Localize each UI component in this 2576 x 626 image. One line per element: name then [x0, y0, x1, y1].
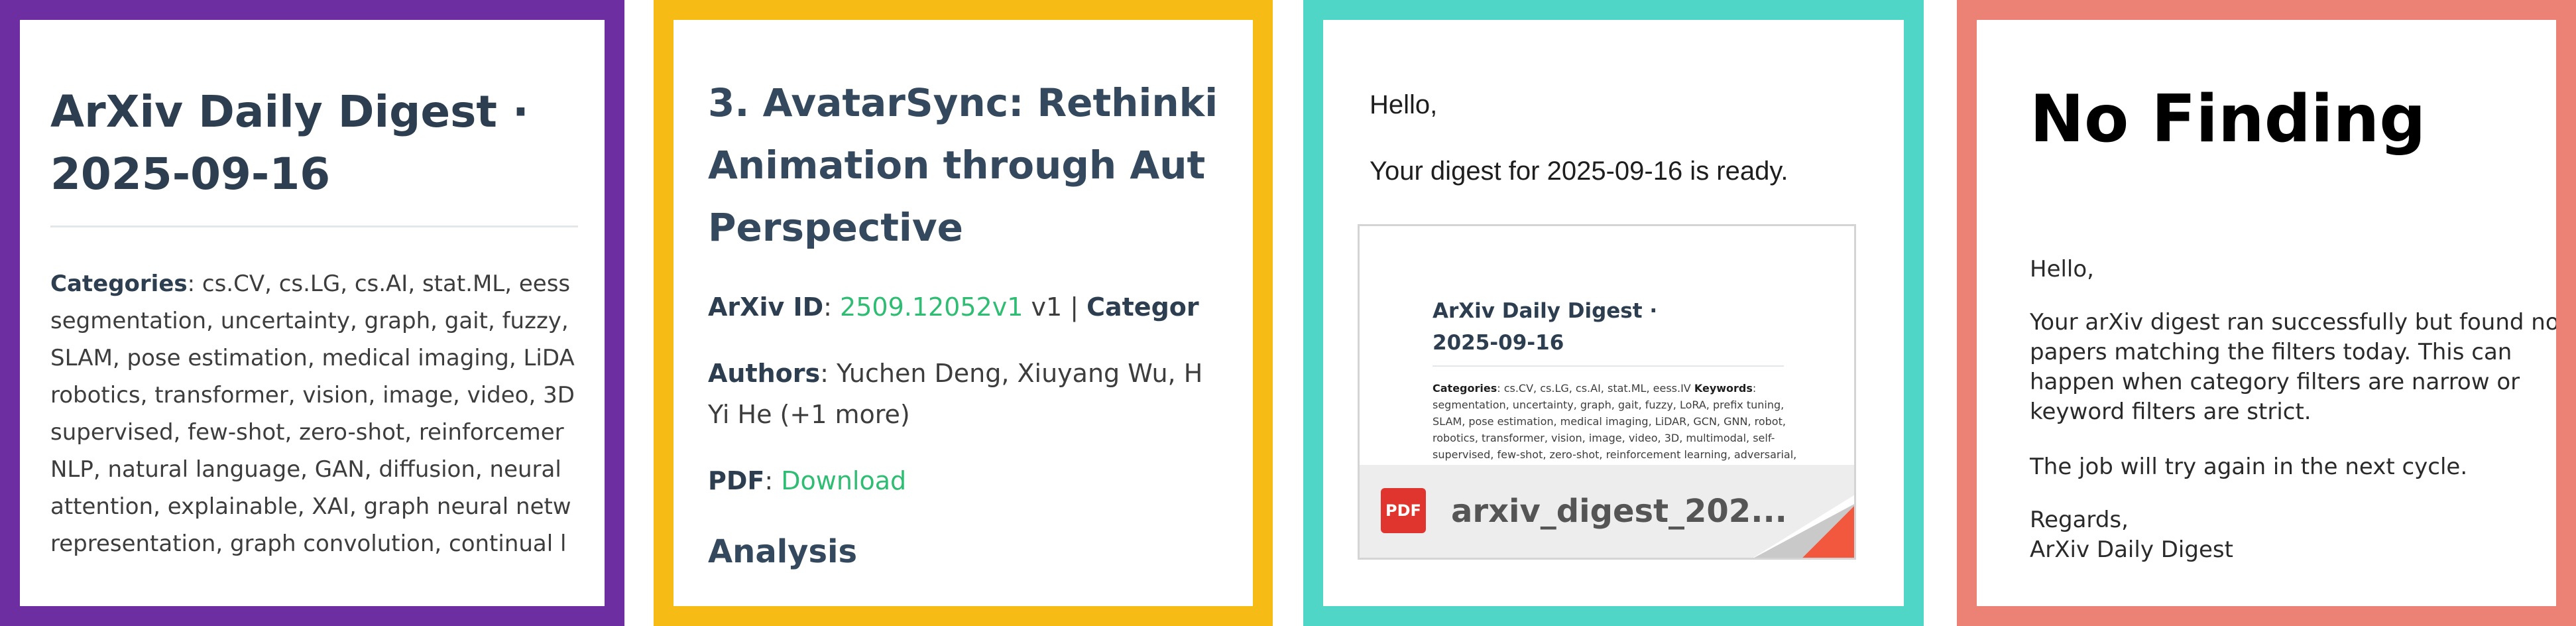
categories-label: Categories	[50, 271, 188, 297]
no-finding-title: No Finding	[2030, 82, 2426, 157]
no-finding-message: Your arXiv digest ran successfully but f…	[2030, 309, 2559, 425]
retry-notice: The job will try again in the next cycle…	[2030, 454, 2468, 480]
attachment-file-bar: PDF arxiv_digest_202...	[1360, 465, 1854, 558]
attachment-preview-text: Categories: cs.CV, cs.LG, cs.AI, stat.ML…	[1433, 382, 1797, 461]
title-divider	[50, 225, 578, 227]
digest-categories-text: Categories: cs.CV, cs.LG, cs.AI, stat.ML…	[50, 271, 575, 557]
digest-title: ArXiv Daily Digest · 2025-09-16	[50, 86, 530, 200]
email-greeting: Hello,	[1370, 90, 1438, 119]
analysis-heading: Analysis	[708, 533, 858, 570]
no-finding-greeting: Hello,	[2030, 256, 2094, 282]
arxiv-id-link[interactable]: 2509.12052v1	[840, 292, 1023, 322]
authors-row: Authors: Yuchen Deng, Xiuyang Wu, H Yi H…	[708, 359, 1203, 429]
pdf-download-link[interactable]: Download	[781, 466, 906, 495]
pdf-attachment-card[interactable]: ArXiv Daily Digest · 2025-09-16 Categorie…	[1358, 224, 1856, 560]
attachment-preview-title: ArXiv Daily Digest · 2025-09-16	[1433, 299, 1658, 355]
email-message: Your digest for 2025-09-16 is ready.	[1370, 156, 1788, 186]
attachment-preview-divider	[1433, 365, 1784, 367]
paper-entry-panel: 3. AvatarSync: Rethinki Animation throug…	[654, 0, 1273, 626]
email-panel: Hello, Your digest for 2025-09-16 is rea…	[1303, 0, 1924, 626]
paper-title: 3. AvatarSync: Rethinki Animation throug…	[708, 80, 1218, 250]
digest-page-viewport[interactable]: ArXiv Daily Digest · 2025-09-16 Categorie…	[20, 20, 605, 606]
pdf-file-icon: PDF	[1381, 488, 1426, 533]
paper-entry-viewport[interactable]: 3. AvatarSync: Rethinki Animation throug…	[673, 20, 1253, 606]
arxiv-id-row: ArXiv ID: 2509.12052v1 v1 | Categor	[708, 292, 1199, 322]
page-curl-icon	[1753, 495, 1854, 558]
no-finding-panel: No Finding Hello, Your arXiv digest ran …	[1957, 0, 2576, 626]
digest-page-panel: ArXiv Daily Digest · 2025-09-16 Categorie…	[0, 0, 624, 626]
attachment-filename: arxiv_digest_202...	[1451, 493, 1787, 530]
pdf-row: PDF: Download	[708, 466, 907, 495]
signoff: Regards, ArXiv Daily Digest	[2030, 507, 2233, 563]
